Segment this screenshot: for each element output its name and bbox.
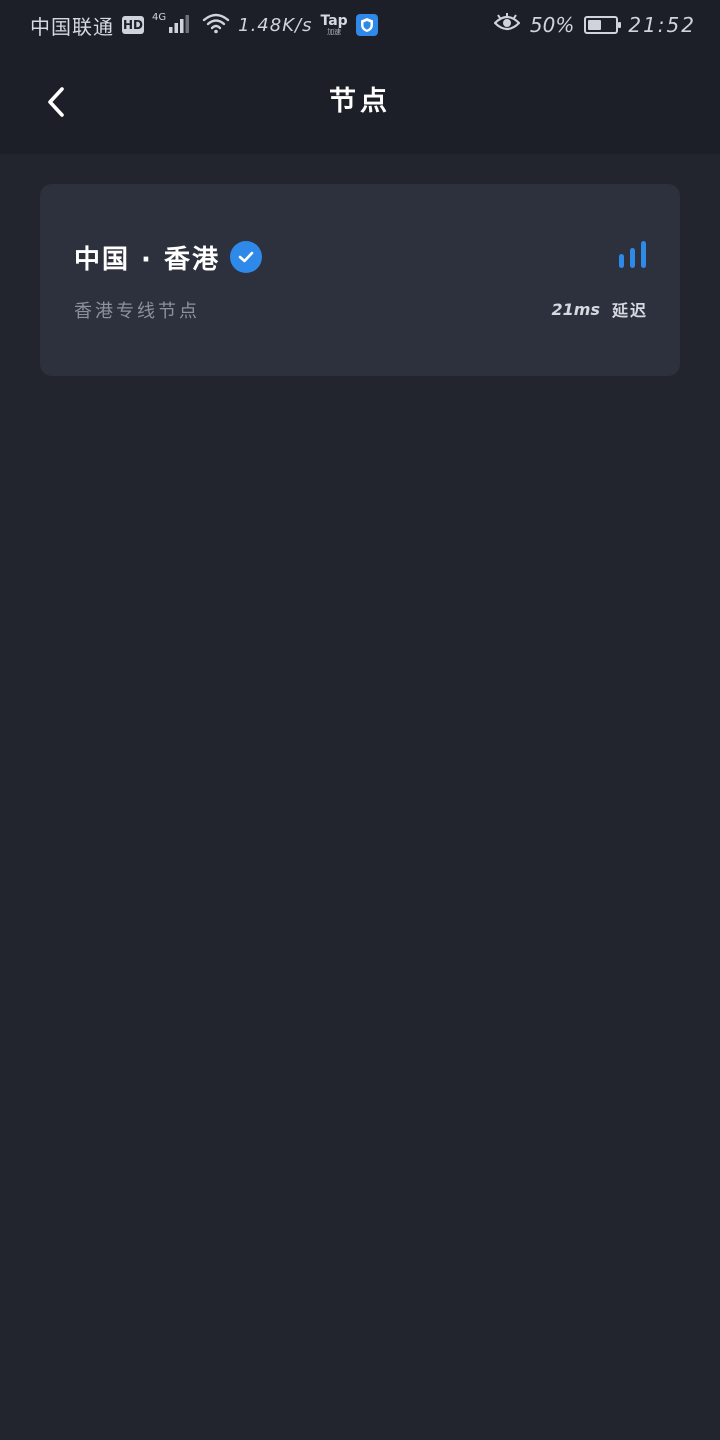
battery-icon — [584, 16, 622, 34]
tap-sublabel: 加速 — [327, 28, 342, 36]
node-latency: 21ms 延迟 — [552, 297, 648, 321]
status-right: 50% 21:52 — [493, 11, 696, 39]
app-bar: 节点 — [0, 50, 720, 154]
page-title: 节点 — [329, 86, 391, 117]
cell-signal-icon — [168, 12, 194, 39]
carrier-name: 中国联通 — [30, 14, 114, 39]
wifi-icon — [202, 12, 230, 39]
node-card[interactable]: 中国 · 香港 香港专线节点 21ms 延迟 — [40, 184, 680, 376]
node-name: 中国 · 香港 — [74, 244, 220, 275]
status-left: 中国联通 HD 4G 1.48K/s Tap 加速 — [30, 11, 378, 39]
battery-level-fill — [588, 20, 602, 30]
network-speed: 1.48K/s — [238, 14, 313, 36]
tap-accelerator-badge: Tap 加速 — [320, 14, 347, 36]
battery-percent: 50% — [529, 13, 575, 37]
shield-icon — [355, 14, 378, 36]
network-type: 4G — [152, 11, 167, 23]
node-description: 香港专线节点 — [74, 301, 200, 322]
latency-label: 延迟 — [611, 301, 648, 320]
status-bar: 中国联通 HD 4G 1.48K/s Tap 加速 50% 21:52 — [0, 0, 720, 50]
signal-bars-icon — [618, 240, 648, 270]
clock: 21:52 — [628, 13, 696, 37]
chevron-left-icon — [48, 87, 64, 117]
eye-comfort-icon — [493, 12, 521, 38]
tap-label: Tap — [320, 13, 348, 29]
check-circle-icon — [229, 241, 262, 273]
node-title-row: 中国 · 香港 — [74, 240, 262, 275]
hd-badge: HD — [122, 16, 144, 34]
back-button[interactable] — [34, 80, 78, 124]
header-area: 中国联通 HD 4G 1.48K/s Tap 加速 50% 21:52 节点 — [0, 0, 720, 154]
latency-value: 21ms — [551, 299, 600, 319]
